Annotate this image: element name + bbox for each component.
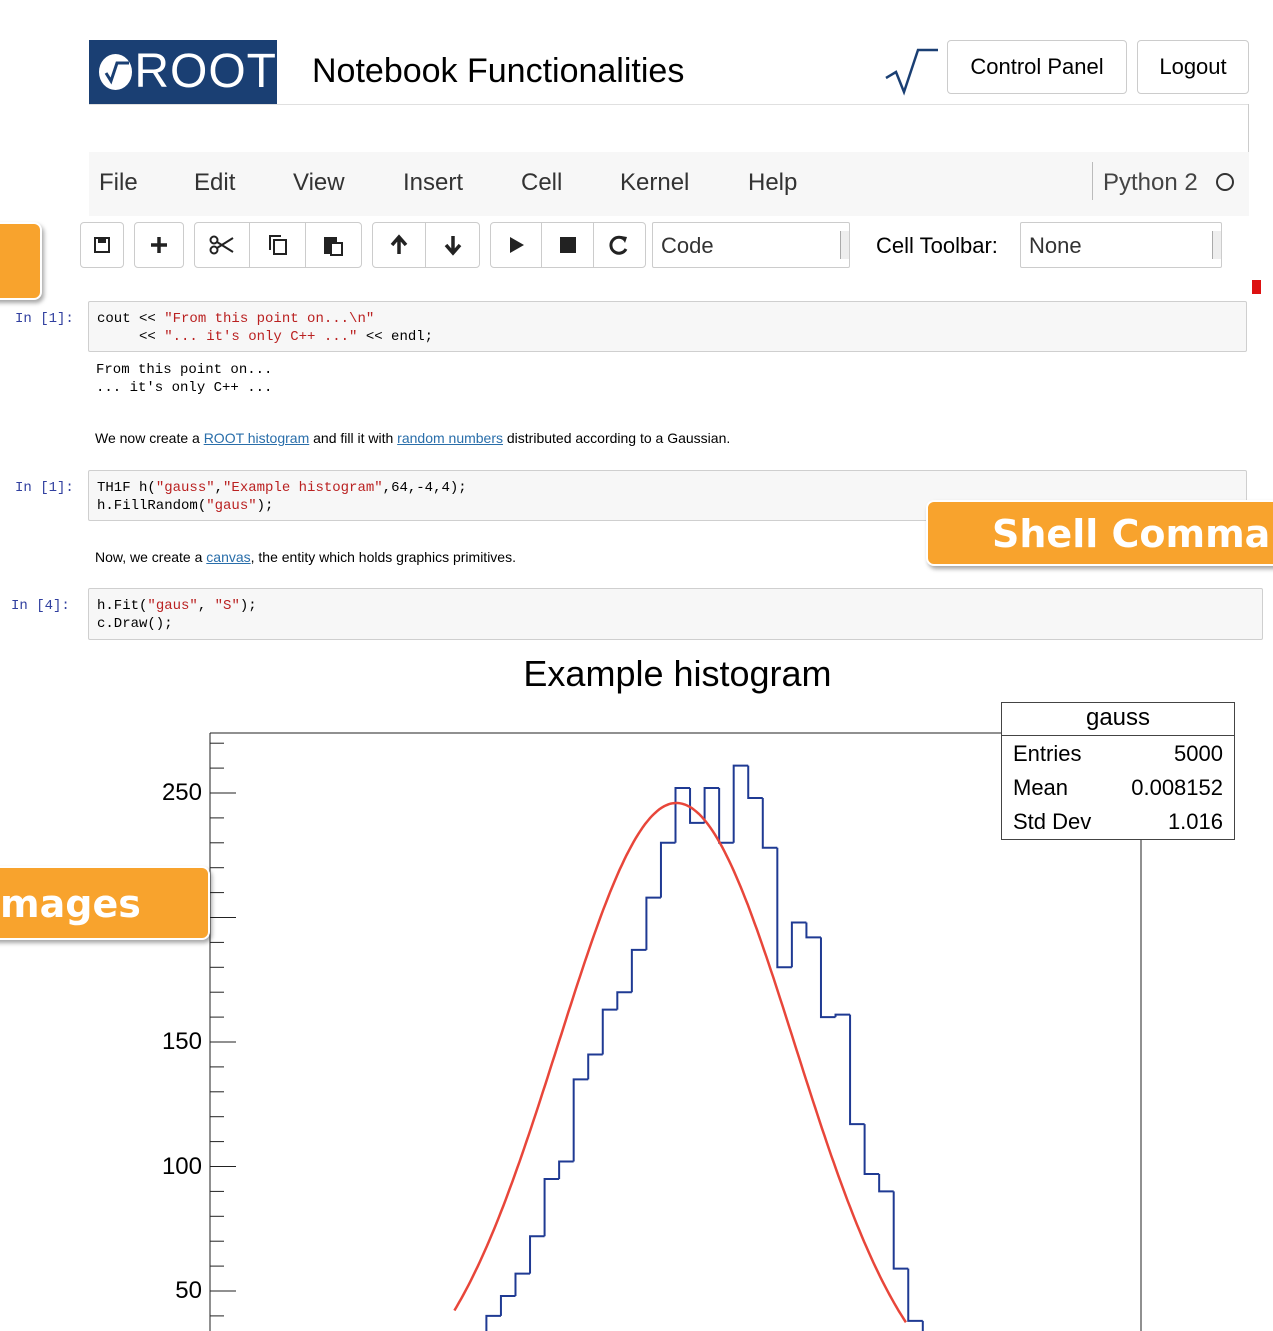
histogram-bin (674, 787, 691, 843)
histogram-bin (863, 1124, 880, 1175)
histogram-bin (892, 1191, 909, 1270)
histogram-bin (718, 788, 734, 844)
histogram-bin (645, 896, 661, 950)
stats-box: gauss Entries 5000 Mean 0.008152 Std Dev 1.… (1001, 702, 1235, 840)
y-tick-label: 250 (161, 779, 202, 806)
histogram-bin (529, 1235, 545, 1274)
stats-row-stddev: Std Dev 1.016 (1013, 809, 1223, 834)
histogram-bin (587, 1053, 603, 1080)
histogram-bin (601, 1008, 618, 1055)
y-tick-label: 50 (175, 1277, 202, 1304)
gaussian-fit-curve (453, 801, 907, 1323)
histogram-bin (514, 1272, 531, 1296)
histogram-bin (907, 1268, 923, 1322)
stats-row-mean: Mean 0.008152 (1013, 775, 1223, 800)
histogram-bin (485, 1314, 501, 1331)
histogram-bin (834, 1013, 851, 1018)
histogram-bin (499, 1294, 516, 1316)
overlay-tag (0, 222, 42, 300)
histogram-bin (543, 1177, 560, 1237)
histogram-bin (790, 921, 807, 968)
histogram-bin (761, 797, 778, 849)
y-tick-label: 100 (161, 1152, 202, 1180)
histogram-bin (805, 922, 821, 939)
histogram-bin (630, 948, 647, 993)
histogram-bin (572, 1078, 589, 1162)
histogram-plot (209, 732, 1142, 1331)
histogram-bin (776, 847, 792, 969)
histogram-bin (747, 765, 763, 799)
histogram-bin (732, 764, 749, 843)
histogram-bin (819, 937, 836, 1019)
y-tick-label: 150 (161, 1028, 202, 1055)
overlay-tag-images: mages (0, 866, 210, 940)
overlay-tag-shell-commands: Shell Comma (926, 500, 1273, 566)
histogram-bin (616, 991, 632, 1010)
histogram-bin (659, 841, 676, 898)
stats-row-entries: Entries 5000 (1013, 741, 1223, 766)
histogram-bin (849, 1014, 865, 1126)
histogram-bin (558, 1160, 574, 1179)
histogram-bin (878, 1173, 894, 1193)
stats-title: gauss (1002, 703, 1234, 736)
histogram-bin (703, 787, 720, 823)
